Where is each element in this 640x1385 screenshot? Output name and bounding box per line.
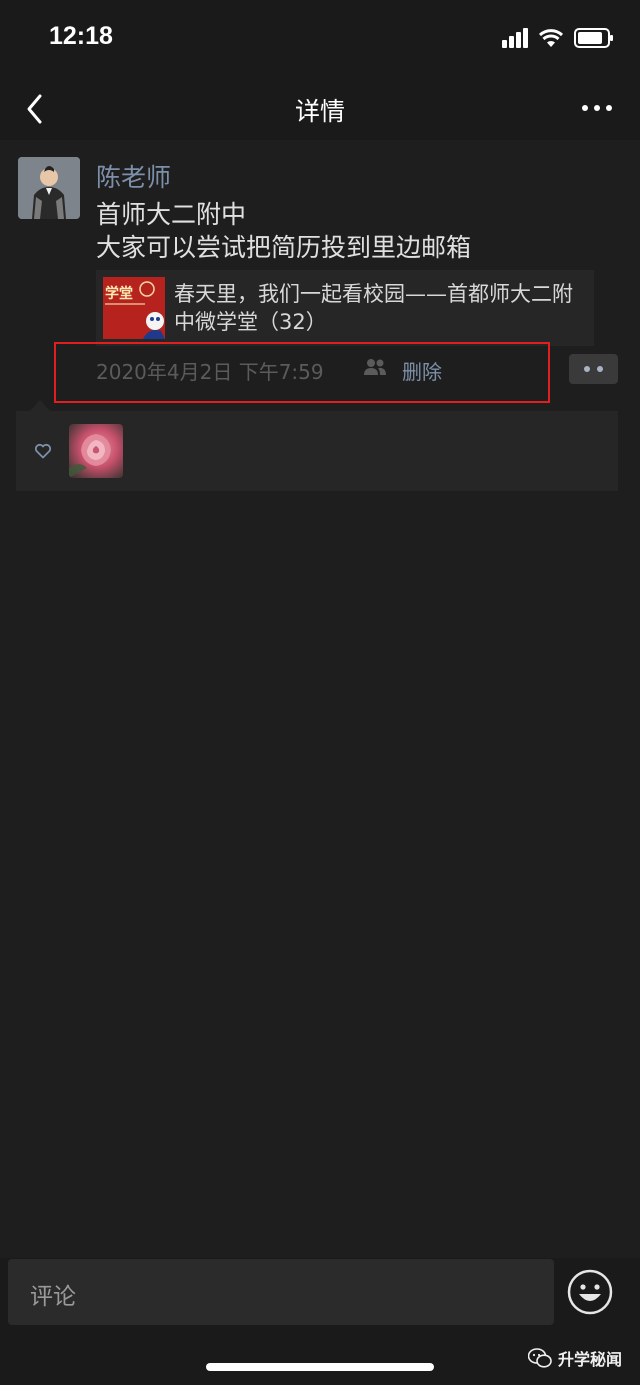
status-icons [502, 26, 614, 50]
page-title: 详情 [294, 97, 345, 126]
likes-panel [16, 411, 618, 491]
heart-icon [34, 443, 52, 459]
dot-icon [584, 366, 590, 372]
post-text-line: 大家可以尝试把简历投到里边邮箱 [96, 233, 472, 262]
home-indicator [206, 1363, 434, 1371]
watermark-text: 升学秘闻 [558, 1350, 623, 1369]
link-title: 春天里，我们一起看校园——首都师大二附中微学堂（32） [174, 282, 573, 334]
more-icon[interactable] [580, 98, 614, 118]
author-avatar[interactable] [18, 157, 80, 219]
wechat-logo-icon [528, 1348, 552, 1368]
likes-panel-pointer [30, 400, 50, 411]
link-thumbnail: 学堂 [103, 277, 165, 339]
battery-icon [574, 28, 613, 48]
post-text-line: 首师大二附中 [96, 200, 247, 229]
status-time: 12:18 [49, 22, 113, 50]
highlight-annotation-box [54, 342, 550, 403]
author-name[interactable]: 陈老师 [96, 158, 171, 194]
post-text: 首师大二附中 大家可以尝试把简历投到里边邮箱 [96, 198, 616, 264]
comment-input[interactable]: 评论 [8, 1259, 554, 1325]
status-bar: 12:18 [0, 0, 640, 78]
liker-avatar[interactable] [69, 424, 123, 478]
nav-bar: 详情 [0, 78, 640, 140]
wifi-icon [538, 29, 564, 47]
signal-icon [502, 28, 528, 48]
dot-icon [597, 366, 603, 372]
watermark: 升学秘闻 [528, 1346, 622, 1370]
comment-like-menu-button[interactable] [569, 354, 618, 384]
avatar-image-icon [18, 157, 80, 219]
shared-link-card[interactable]: 学堂 春天里，我们一起看校园——首都师大二附中微学堂（32） [96, 270, 594, 346]
rose-image-icon [69, 434, 111, 478]
emoji-icon[interactable] [566, 1268, 614, 1316]
thumbnail-mascot-icon [105, 281, 165, 339]
